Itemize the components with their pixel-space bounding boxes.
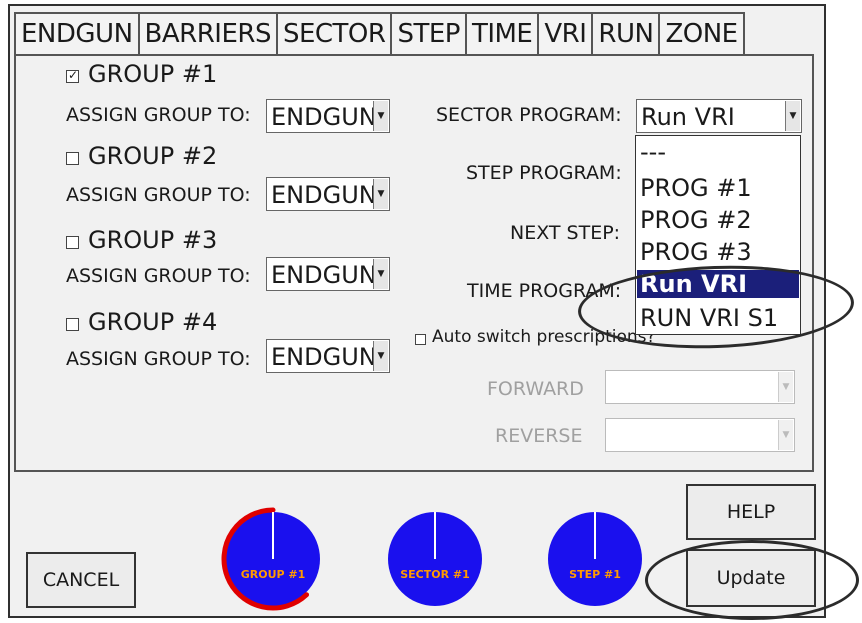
tab-time[interactable]: TIME bbox=[464, 12, 540, 54]
auto-switch-checkbox[interactable] bbox=[415, 334, 426, 345]
chevron-down-icon[interactable]: ▼ bbox=[373, 101, 388, 131]
dropdown-option[interactable]: PROG #3 bbox=[640, 238, 752, 262]
group-1-assign-value: ENDGUN bbox=[271, 103, 377, 131]
dropdown-option[interactable]: --- bbox=[640, 138, 666, 166]
sector-program-label: SECTOR PROGRAM: bbox=[436, 104, 622, 126]
auto-switch-label: Auto switch prescriptions? bbox=[432, 327, 656, 347]
tab-run[interactable]: RUN bbox=[591, 12, 661, 54]
tab-vri[interactable]: VRI bbox=[537, 12, 594, 54]
forward-label: FORWARD bbox=[487, 378, 584, 400]
group-2-label: GROUP #2 bbox=[88, 142, 218, 170]
group-2-assign-select[interactable]: ENDGUN ▼ bbox=[266, 177, 390, 211]
group-progress-gauge: GROUP #1 bbox=[220, 506, 326, 612]
dropdown-option[interactable]: PROG #1 bbox=[640, 174, 752, 202]
group-3-assign-label: ASSIGN GROUP TO: bbox=[66, 265, 251, 287]
step-progress-gauge: STEP #1 bbox=[542, 506, 648, 612]
update-button[interactable]: Update bbox=[686, 549, 816, 607]
dropdown-option-selected[interactable]: Run VRI bbox=[637, 270, 799, 298]
chevron-down-icon[interactable]: ▼ bbox=[778, 372, 793, 402]
tab-barriers[interactable]: BARRIERS bbox=[137, 12, 278, 54]
reverse-select[interactable]: ▼ bbox=[605, 418, 795, 452]
group-2-assign-value: ENDGUN bbox=[271, 181, 377, 209]
time-program-label: TIME PROGRAM: bbox=[467, 280, 622, 302]
group-4-assign-label: ASSIGN GROUP TO: bbox=[66, 348, 251, 370]
sector-program-select[interactable]: Run VRI ▼ bbox=[636, 99, 802, 133]
chevron-down-icon[interactable]: ▼ bbox=[373, 179, 388, 209]
tab-zone[interactable]: ZONE bbox=[658, 12, 745, 54]
help-button[interactable]: HELP bbox=[686, 484, 816, 540]
group-4-checkbox[interactable] bbox=[66, 318, 79, 331]
group-1-label: GROUP #1 bbox=[88, 60, 218, 88]
group-3-checkbox[interactable] bbox=[66, 236, 79, 249]
gauge-label: GROUP #1 bbox=[240, 568, 306, 581]
chevron-down-icon[interactable]: ▼ bbox=[373, 341, 388, 371]
tab-step[interactable]: STEP bbox=[390, 12, 467, 54]
group-2-checkbox[interactable] bbox=[66, 152, 79, 165]
group-4-assign-select[interactable]: ENDGUN ▼ bbox=[266, 339, 390, 373]
dropdown-option[interactable]: PROG #2 bbox=[640, 206, 752, 234]
dropdown-option[interactable]: RUN VRI S1 bbox=[640, 304, 778, 332]
group-3-label: GROUP #3 bbox=[88, 226, 218, 254]
group-1-assign-label: ASSIGN GROUP TO: bbox=[66, 104, 251, 126]
forward-select[interactable]: ▼ bbox=[605, 370, 795, 404]
group-3-assign-value: ENDGUN bbox=[271, 261, 377, 289]
group-3-assign-select[interactable]: ENDGUN ▼ bbox=[266, 257, 390, 291]
next-step-label: NEXT STEP: bbox=[510, 222, 621, 244]
gauge-dial-icon bbox=[388, 512, 482, 606]
step-program-label: STEP PROGRAM: bbox=[466, 162, 622, 184]
group-1-checkbox[interactable]: ✓ bbox=[66, 68, 79, 83]
chevron-down-icon[interactable]: ▼ bbox=[785, 101, 800, 131]
cancel-button[interactable]: CANCEL bbox=[26, 552, 136, 608]
chevron-down-icon[interactable]: ▼ bbox=[778, 420, 793, 450]
chevron-down-icon[interactable]: ▼ bbox=[373, 259, 388, 289]
reverse-label: REVERSE bbox=[495, 425, 583, 447]
gauge-dial-icon bbox=[548, 512, 642, 606]
sector-progress-gauge: SECTOR #1 bbox=[382, 506, 488, 612]
sector-program-dropdown-list: --- PROG #1 PROG #2 PROG #3 Run VRI RUN … bbox=[635, 135, 801, 335]
group-4-label: GROUP #4 bbox=[88, 308, 218, 336]
check-mark-icon: ✓ bbox=[68, 68, 79, 82]
tab-sector[interactable]: SECTOR bbox=[275, 12, 393, 54]
group-4-assign-value: ENDGUN bbox=[271, 343, 377, 371]
sector-program-value: Run VRI bbox=[641, 103, 735, 131]
gauge-label: STEP #1 bbox=[569, 568, 621, 581]
tab-bar: ENDGUN BARRIERS SECTOR STEP TIME VRI RUN… bbox=[14, 12, 745, 54]
group-1-assign-select[interactable]: ENDGUN ▼ bbox=[266, 99, 390, 133]
group-2-assign-label: ASSIGN GROUP TO: bbox=[66, 184, 251, 206]
tab-endgun[interactable]: ENDGUN bbox=[14, 12, 140, 54]
gauge-dial-icon bbox=[221, 507, 320, 611]
gauge-label: SECTOR #1 bbox=[400, 568, 470, 581]
